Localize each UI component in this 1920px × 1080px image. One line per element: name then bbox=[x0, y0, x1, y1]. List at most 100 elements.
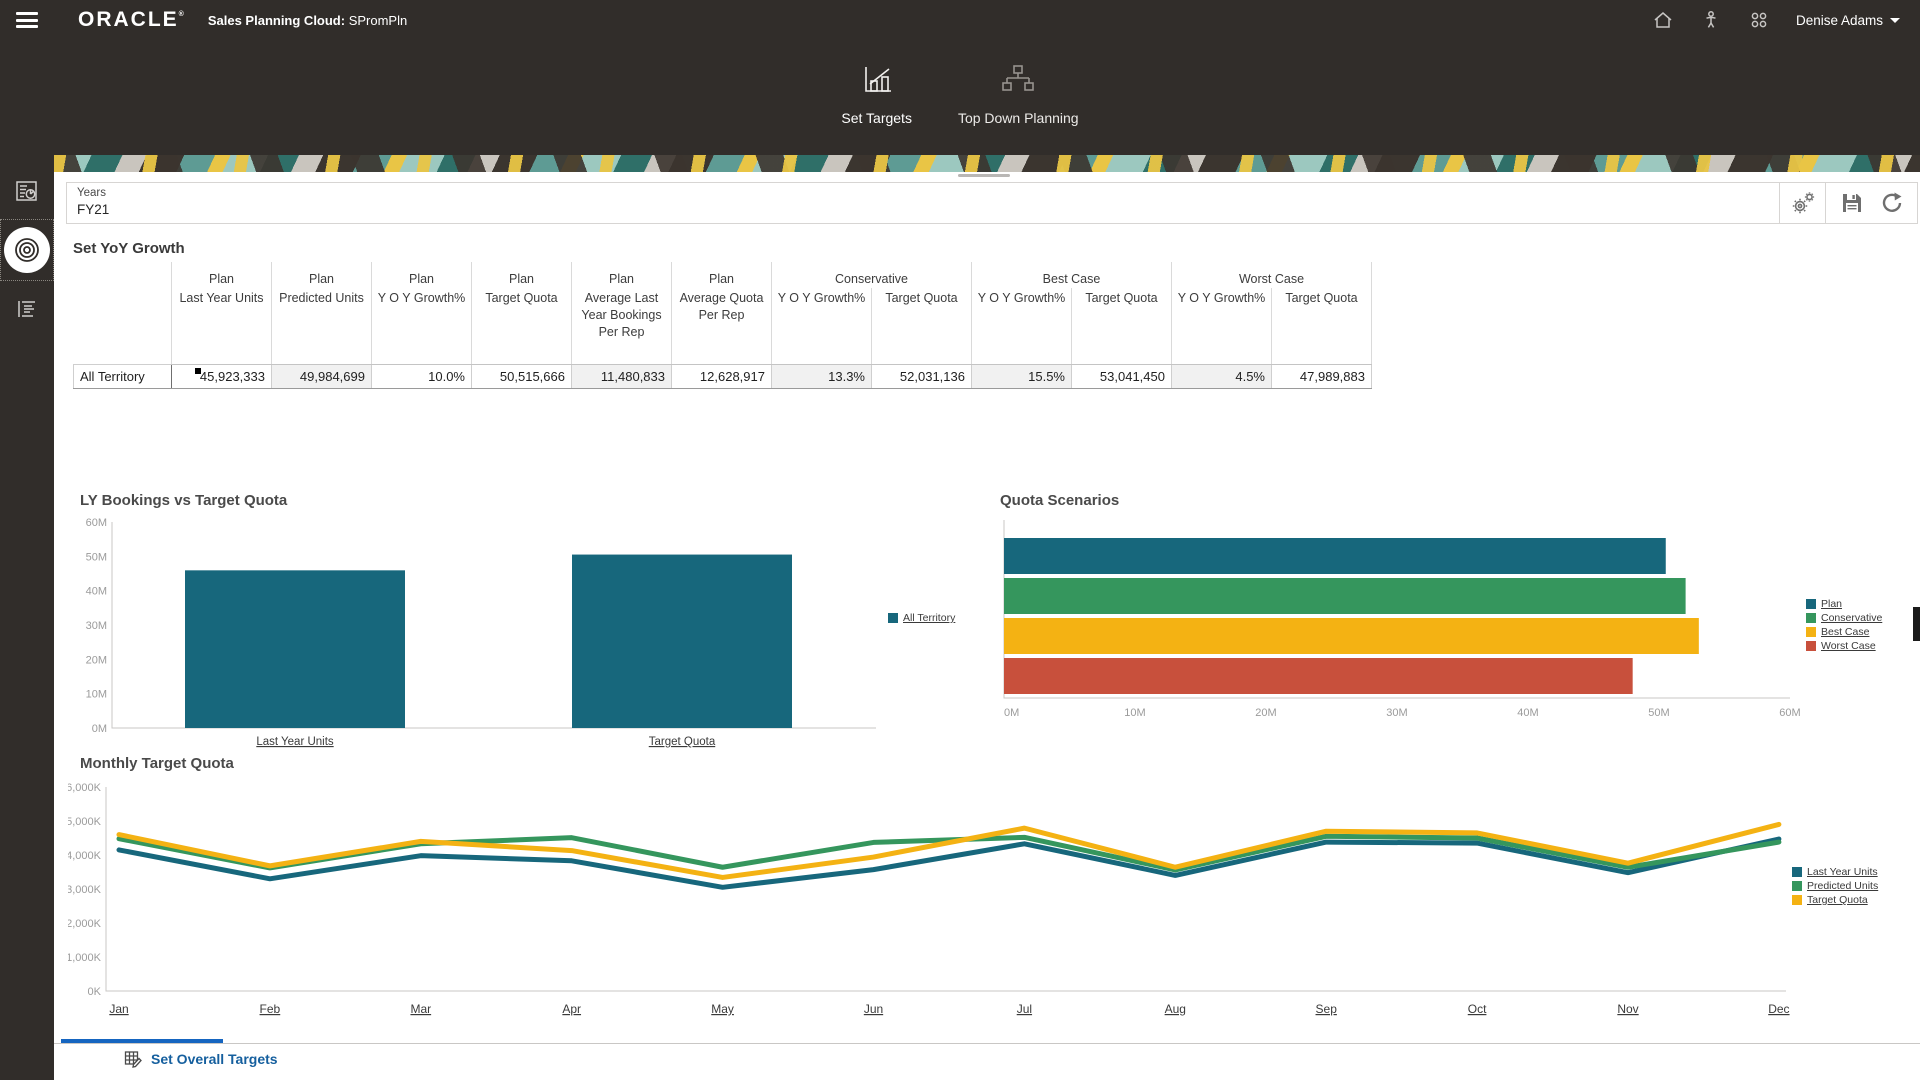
x-axis-tick: 0M bbox=[1004, 707, 1019, 719]
tab-top-down-planning[interactable]: Top Down Planning bbox=[958, 48, 1079, 126]
legend-item-label[interactable]: Worst Case bbox=[1821, 640, 1876, 652]
cell-conservative-quota[interactable]: 52,031,136 bbox=[872, 364, 972, 388]
col-avg-quota-per-rep: Average Quota Per Rep bbox=[672, 288, 772, 364]
apps-grid-icon[interactable] bbox=[1748, 9, 1770, 31]
pov-member-value: FY21 bbox=[77, 202, 1769, 217]
rail-targets-icon-active[interactable] bbox=[0, 219, 54, 281]
cell-marker bbox=[195, 368, 201, 374]
row-header-all-territory[interactable]: All Territory bbox=[74, 364, 172, 388]
cell-yoy-growth[interactable]: 10.0% bbox=[372, 364, 472, 388]
y-axis-tick: 10M bbox=[86, 689, 107, 701]
x-axis-label[interactable]: Feb bbox=[260, 1002, 281, 1016]
x-axis-label[interactable]: Oct bbox=[1468, 1002, 1487, 1016]
legend-item-label[interactable]: Best Case bbox=[1821, 626, 1869, 638]
bar-best-case[interactable] bbox=[1004, 618, 1699, 654]
x-axis-label[interactable]: Jul bbox=[1017, 1002, 1032, 1016]
col-worst-yoy: Y O Y Growth% bbox=[1172, 288, 1272, 364]
tab-top-down-planning-label: Top Down Planning bbox=[958, 110, 1079, 126]
scrollbar-thumb[interactable] bbox=[1913, 607, 1920, 641]
x-axis-label[interactable]: May bbox=[711, 1002, 734, 1016]
tab-set-overall-targets[interactable]: Set Overall Targets bbox=[124, 1050, 278, 1068]
rail-outline-icon[interactable] bbox=[0, 281, 54, 337]
pov-settings-button[interactable] bbox=[1779, 183, 1825, 223]
bar-conservative[interactable] bbox=[1004, 578, 1686, 614]
y-axis-tick: 3,000K bbox=[68, 884, 102, 896]
hierarchy-icon bbox=[999, 60, 1037, 98]
bar-last-year-units[interactable] bbox=[185, 570, 405, 728]
legend-item-label[interactable]: Target Quota bbox=[1807, 894, 1868, 906]
tab-set-targets[interactable]: Set Targets bbox=[841, 48, 912, 126]
x-axis-label[interactable]: Aug bbox=[1165, 1002, 1186, 1016]
monthly-target-quota-chart: 6,000K5,000K4,000K3,000K2,000K1,000K0KJa… bbox=[68, 779, 1798, 1024]
col-group-plan: Plan bbox=[372, 262, 472, 288]
legend-item-label[interactable]: Conservative bbox=[1821, 612, 1882, 624]
cell-worst-yoy[interactable]: 4.5% bbox=[1172, 364, 1272, 388]
chart-title-ly-bookings: LY Bookings vs Target Quota bbox=[80, 492, 287, 509]
cell-best-yoy[interactable]: 15.5% bbox=[972, 364, 1072, 388]
cell-avg-quota-per-rep[interactable]: 12,628,917 bbox=[672, 364, 772, 388]
cell-avg-ly-bookings[interactable]: 11,480,833 bbox=[572, 364, 672, 388]
legend-item-label[interactable]: All Territory bbox=[903, 612, 955, 624]
x-axis-label[interactable]: Nov bbox=[1617, 1002, 1638, 1016]
user-menu[interactable]: Denise Adams bbox=[1796, 13, 1900, 28]
col-target-quota: Target Quota bbox=[472, 288, 572, 364]
pov-bar: Years FY21 bbox=[66, 182, 1918, 224]
cell-worst-quota[interactable]: 47,989,883 bbox=[1272, 364, 1372, 388]
y-axis-tick: 0M bbox=[92, 723, 107, 735]
left-rail bbox=[0, 155, 54, 1080]
quota-scenarios-legend: Plan Conservative Best Case Worst Case bbox=[1806, 598, 1882, 652]
bar-plan[interactable] bbox=[1004, 538, 1666, 574]
rail-report-icon[interactable] bbox=[0, 163, 54, 219]
x-axis-label[interactable]: Mar bbox=[410, 1002, 431, 1016]
x-axis-label[interactable]: Last Year Units bbox=[256, 736, 334, 748]
col-yoy-growth: Y O Y Growth% bbox=[372, 288, 472, 364]
bar-target-quota[interactable] bbox=[572, 555, 792, 728]
bar-worst-case[interactable] bbox=[1004, 658, 1633, 694]
cell-target-quota[interactable]: 50,515,666 bbox=[472, 364, 572, 388]
col-group-plan: Plan bbox=[572, 262, 672, 288]
y-axis-tick: 50M bbox=[86, 551, 107, 563]
y-axis-tick: 2,000K bbox=[68, 918, 102, 930]
legend-item: Predicted Units bbox=[1792, 880, 1878, 892]
refresh-button[interactable] bbox=[1880, 191, 1904, 215]
x-axis-label[interactable]: Sep bbox=[1316, 1002, 1338, 1016]
app-screen: ORACLE® Sales Planning Cloud: SPromPln bbox=[0, 0, 1920, 1080]
x-axis-label[interactable]: Target Quota bbox=[649, 736, 716, 748]
x-axis-label[interactable]: Apr bbox=[562, 1002, 581, 1016]
legend-swatch bbox=[1806, 613, 1816, 623]
x-axis-label[interactable]: Jan bbox=[109, 1002, 128, 1016]
legend-item-label[interactable]: Plan bbox=[1821, 598, 1842, 610]
cell-conservative-yoy[interactable]: 13.3% bbox=[772, 364, 872, 388]
accessibility-icon[interactable] bbox=[1700, 9, 1722, 31]
col-last-year-units: Last Year Units bbox=[172, 288, 272, 364]
cell-predicted-units[interactable]: 49,984,699 bbox=[272, 364, 372, 388]
ly-bookings-legend: All Territory bbox=[888, 612, 955, 624]
col-avg-ly-bookings-per-rep: Average Last Year Bookings Per Rep bbox=[572, 288, 672, 364]
legend-item-label[interactable]: Last Year Units bbox=[1807, 866, 1878, 878]
app-title-name: SPromPln bbox=[345, 13, 407, 28]
pov-actions bbox=[1825, 183, 1917, 223]
target-icon bbox=[12, 235, 42, 265]
x-axis-tick: 10M bbox=[1124, 707, 1145, 719]
y-axis-tick: 30M bbox=[86, 620, 107, 632]
col-conservative-quota: Target Quota bbox=[872, 288, 972, 364]
hamburger-menu-icon[interactable] bbox=[16, 12, 38, 28]
legend-item: Last Year Units bbox=[1792, 866, 1878, 878]
home-icon[interactable] bbox=[1652, 9, 1674, 31]
cell-last-year-units[interactable]: 45,923,333 bbox=[172, 364, 272, 388]
legend-swatch bbox=[1792, 895, 1802, 905]
top-actions: Denise Adams bbox=[1652, 0, 1900, 40]
save-button[interactable] bbox=[1840, 191, 1864, 215]
panel-splitter-handle[interactable] bbox=[958, 174, 1010, 177]
tab-set-overall-targets-label: Set Overall Targets bbox=[151, 1051, 278, 1067]
y-axis-tick: 20M bbox=[86, 654, 107, 666]
table-row: All Territory 45,923,333 49,984,699 10.0… bbox=[74, 364, 1372, 388]
cell-best-quota[interactable]: 53,041,450 bbox=[1072, 364, 1172, 388]
active-tab-indicator bbox=[61, 1039, 223, 1043]
x-axis-label[interactable]: Jun bbox=[864, 1002, 883, 1016]
pov-member-selector[interactable]: Years FY21 bbox=[67, 183, 1779, 223]
legend-item-label[interactable]: Predicted Units bbox=[1807, 880, 1878, 892]
y-axis-tick: 5,000K bbox=[68, 816, 102, 828]
x-axis-label[interactable]: Dec bbox=[1768, 1002, 1789, 1016]
x-axis-tick: 60M bbox=[1779, 707, 1800, 719]
